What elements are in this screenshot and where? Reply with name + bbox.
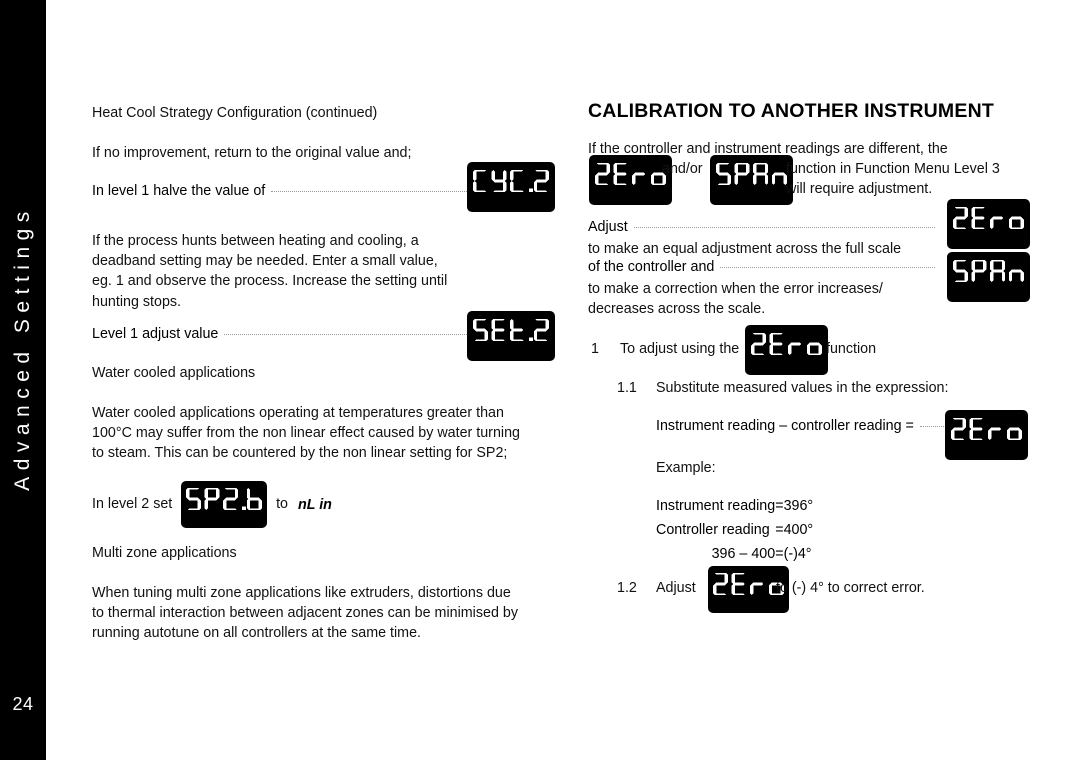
example-row: Instrument reading = 396° xyxy=(656,497,813,521)
text-line: to steam. This can be countered by the n… xyxy=(92,445,508,462)
example-row-equals: = xyxy=(775,498,784,514)
running-head: Heat Cool Strategy Configuration (contin… xyxy=(92,105,378,121)
section-heading-calibration: CALIBRATION TO ANOTHER INSTRUMENT xyxy=(588,100,994,122)
example-row-value: 400° xyxy=(783,522,814,538)
step-1-suffix: function xyxy=(826,341,877,357)
example-label: Example: xyxy=(656,460,716,476)
set-prefix: In level 2 set xyxy=(92,496,173,513)
adjust-label: Adjust xyxy=(588,219,628,235)
paragraph-deadband: If the process hunts between heating and… xyxy=(92,231,544,312)
paragraph-water-cooled: Water cooled applications operating at t… xyxy=(92,403,544,464)
text-line: When tuning multi zone applications like… xyxy=(92,585,511,601)
text-line: hunting stops. xyxy=(92,293,182,310)
text-line: eg. 1 and observe the process. Increase … xyxy=(92,273,448,290)
intro-line-2: function in Function Menu Level 3 xyxy=(786,161,1000,177)
adjust-line-5: decreases across the scale. xyxy=(588,301,766,317)
expression-text: Instrument reading – controller reading … xyxy=(656,418,914,434)
set-value: nL in xyxy=(298,496,332,513)
leader-label-set2: Level 1 adjust value xyxy=(92,326,219,342)
example-row-label: Controller reading xyxy=(656,522,770,538)
paragraph-no-improvement: If no improvement, return to the origina… xyxy=(92,145,412,161)
heading-multi-zone: Multi zone applications xyxy=(92,545,237,561)
lcd-badge-zero-intro xyxy=(589,155,672,205)
text-line: running autotune on all controllers at t… xyxy=(92,625,422,642)
text-line: 100°C may suffer from the non linear eff… xyxy=(92,425,520,442)
example-row-equals: = xyxy=(775,522,784,538)
example-row-value: (-)4° xyxy=(783,546,812,562)
lcd-badge-sp2b xyxy=(181,481,268,528)
set-sp2b-row: In level 2 set to nL in xyxy=(92,481,332,528)
example-row: Controller reading = 400° xyxy=(656,521,813,545)
step-1-1-text: Substitute measured values in the expres… xyxy=(656,380,949,396)
text-line: deadband setting may be needed. Enter a … xyxy=(92,253,438,270)
expression-row: Instrument reading – controller reading … xyxy=(656,418,988,434)
dotted-leader xyxy=(720,267,935,268)
lcd-badge-zero-expression xyxy=(945,410,1028,460)
intro-line-3: will require adjustment. xyxy=(786,181,933,197)
example-row-label: Instrument reading xyxy=(656,498,776,514)
example-row-value: 396° xyxy=(783,498,814,514)
page-number: 24 xyxy=(12,694,34,714)
heading-water-cooled: Water cooled applications xyxy=(92,365,256,381)
andor-label: and/or xyxy=(662,161,703,177)
adjust-leader-row-zero: Adjust xyxy=(588,219,940,235)
text-line: If the process hunts between heating and… xyxy=(92,233,419,249)
lcd-badge-cyc2 xyxy=(467,162,555,212)
sidebar-title: Advanced Settings xyxy=(11,205,34,491)
adjust-line-2: to make an equal adjustment across the f… xyxy=(588,241,902,257)
text-line: to thermal interaction between adjacent … xyxy=(92,605,518,622)
step-1-2-prefix: Adjust xyxy=(656,580,696,596)
step-1-1-number: 1.1 xyxy=(617,380,637,396)
paragraph-multi-zone: When tuning multi zone applications like… xyxy=(92,583,544,644)
step-1-2-suffix: to (-) 4° to correct error. xyxy=(776,580,925,596)
adjust-line-4: to make a correction when the error incr… xyxy=(588,281,883,297)
leader-label-cyc2: In level 1 halve the value of xyxy=(92,183,266,199)
lcd-badge-span-intro xyxy=(710,155,793,205)
set-middle: to xyxy=(276,496,289,513)
step-1-prefix: To adjust using the xyxy=(620,341,740,357)
example-table: Instrument reading = 396° Controller readin… xyxy=(656,497,813,569)
dotted-leader xyxy=(633,227,935,228)
lcd-badge-zero-step1 xyxy=(745,325,828,375)
sidebar: Advanced Settings 24 xyxy=(0,0,46,760)
step-1-2-number: 1.2 xyxy=(617,580,637,596)
step-1-number: 1 xyxy=(591,341,599,357)
adjust-line-3: of the controller and xyxy=(588,259,715,275)
adjust-leader-row-span: of the controller and xyxy=(588,259,940,275)
text-line: Water cooled applications operating at t… xyxy=(92,405,504,421)
lcd-badge-set2 xyxy=(467,311,555,361)
